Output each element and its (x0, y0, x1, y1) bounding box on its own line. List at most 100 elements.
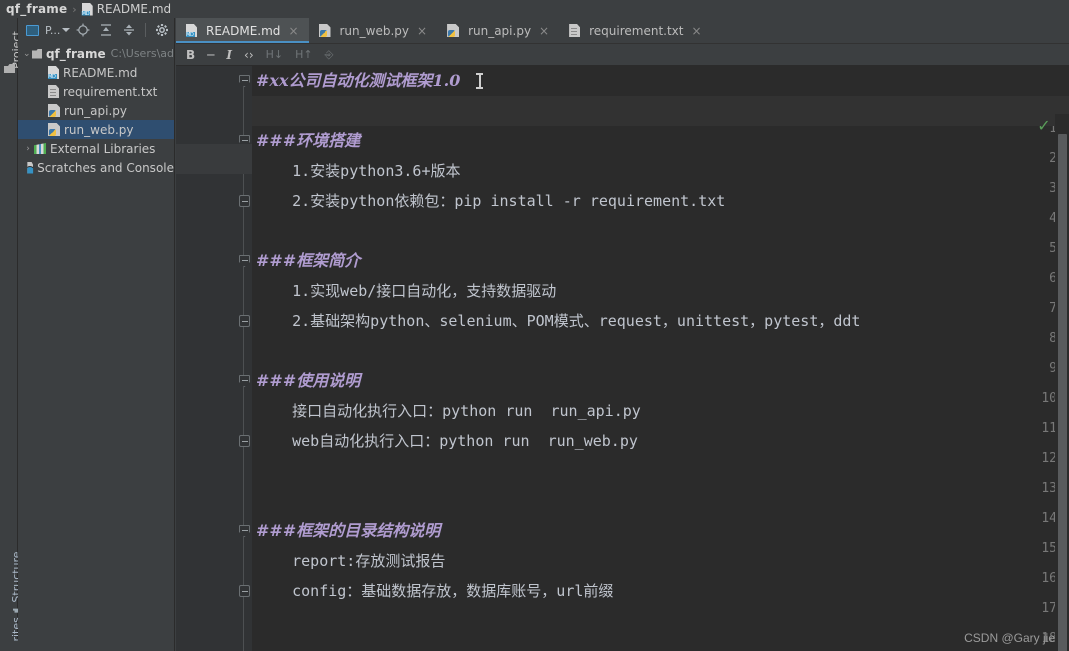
tree-item-requirement-txt[interactable]: requirement.txt (18, 82, 174, 101)
close-icon[interactable]: × (691, 24, 701, 38)
tree-item-label: run_api.py (64, 103, 127, 118)
tree-item-label: qf_frame (45, 46, 106, 61)
text-cursor-icon (476, 73, 483, 89)
close-icon[interactable]: × (288, 24, 298, 38)
tool-window-strip-left: Project Structure Favorites (0, 18, 23, 651)
tree-expand-arrow[interactable]: › (22, 144, 34, 154)
link-button: ⎆ (324, 47, 334, 61)
project-view-selector-label: P... (45, 23, 61, 37)
tree-item-run_api-py[interactable]: run_api.py (18, 101, 174, 120)
heading-up-button: H↑ (295, 48, 313, 61)
pycharm-window: qf_frame › README.md Project Structure F… (0, 0, 1069, 651)
text-file-icon (569, 24, 581, 37)
code-line[interactable]: ###框架简介 (256, 246, 360, 276)
strikethrough-button[interactable]: ─ (207, 48, 214, 62)
project-toolbar: P... (18, 18, 174, 42)
breadcrumb: qf_frame › README.md (0, 0, 1069, 18)
tree-item-label: README.md (63, 65, 138, 80)
caret-row-gutter-highlight (176, 144, 252, 174)
watermark: CSDN @Gary jie (964, 631, 1055, 645)
tree-item-label: External Libraries (50, 141, 156, 156)
project-view-selector[interactable]: P... (45, 23, 71, 37)
fold-region-end-icon[interactable] (239, 195, 250, 207)
scroll-from-source-icon[interactable] (73, 20, 93, 40)
tree-item-scratches-and-console[interactable]: Scratches and Console (18, 158, 174, 177)
python-file-icon (48, 123, 60, 136)
collapse-all-icon[interactable] (119, 20, 139, 40)
python-file-icon (318, 24, 331, 37)
tree-item-label: Scratches and Console (37, 160, 174, 175)
code-line[interactable]: config：基础数据存放，数据库账号，url前缀 (256, 576, 613, 606)
text-file-icon (48, 85, 59, 98)
code-line[interactable]: 接口自动化执行入口：python run run_api.py (256, 396, 641, 426)
tree-item-run_web-py[interactable]: run_web.py (18, 120, 174, 139)
tree-item-label: run_web.py (64, 122, 134, 137)
heading-down-button: H↓ (265, 48, 284, 61)
folder-icon (31, 48, 42, 59)
editor-tab-run_web-py[interactable]: run_web.py × (309, 18, 438, 43)
tree-item-qf_frame[interactable]: ⌄ qf_frame C:\Users\ad (18, 44, 174, 63)
chevron-down-icon (62, 28, 71, 32)
markdown-file-icon (81, 2, 93, 16)
code-lines[interactable]: #xx公司自动化测试框架1.0 ###环境搭建 1.安装python3.6+版本 … (252, 66, 1069, 651)
markdown-file-icon (48, 66, 59, 79)
tree-item-external-libraries[interactable]: › External Libraries (18, 139, 174, 158)
project-view-icon[interactable] (22, 20, 42, 40)
project-tool-window: P... ⌄ qf_frame C:\Users\ad README.md requir… (18, 18, 175, 651)
close-icon[interactable]: × (539, 24, 549, 38)
markdown-file-icon (186, 24, 197, 37)
editor-scrollbar[interactable] (1055, 114, 1069, 651)
tree-expand-arrow[interactable]: ⌄ (22, 49, 32, 59)
close-icon[interactable]: × (417, 24, 427, 38)
editor-tab-label: README.md (206, 23, 281, 38)
scrollbar-thumb[interactable] (1058, 134, 1067, 651)
editor-tab-label: run_web.py (339, 23, 410, 38)
python-file-icon (447, 24, 460, 37)
fold-collapse-icon[interactable] (239, 375, 250, 387)
italic-button[interactable]: I (226, 48, 232, 62)
toolbar-divider (145, 23, 147, 37)
status-strip (0, 641, 18, 651)
breadcrumb-file[interactable]: README.md (97, 2, 171, 16)
fold-region-end-icon[interactable] (239, 435, 250, 447)
tree-item-label: requirement.txt (63, 84, 158, 99)
green-checkmark-icon[interactable]: ✓ (1033, 116, 1055, 136)
breadcrumb-separator: › (72, 2, 77, 16)
tree-item-readme-md[interactable]: README.md (18, 63, 174, 82)
python-file-icon (48, 104, 60, 117)
code-line[interactable]: report:存放测试报告 (256, 546, 445, 576)
caret-row-highlight (252, 96, 1069, 126)
code-line[interactable]: 2.安装python依赖包：pip install -r requirement… (256, 186, 725, 216)
code-line[interactable]: 2.基础架构python、selenium、POM模式、request，unit… (256, 306, 860, 336)
editor-tab-label: requirement.txt (589, 23, 684, 38)
gear-icon[interactable] (152, 20, 172, 40)
code-line[interactable]: web自动化执行入口：python run run_web.py (256, 426, 638, 456)
code-line[interactable]: ###环境搭建 (256, 126, 360, 156)
code-line[interactable]: ###使用说明 (256, 366, 360, 396)
editor-tab-label: run_api.py (468, 23, 532, 38)
bold-button[interactable]: B (186, 48, 195, 62)
breadcrumb-project[interactable]: qf_frame (6, 2, 67, 16)
fold-region-end-icon[interactable] (239, 585, 250, 597)
editor-tab-run_api-py[interactable]: run_api.py × (437, 18, 559, 43)
code-button[interactable]: ‹› (244, 48, 254, 62)
editor-area: README.md×run_web.py×run_api.py×requirem… (176, 18, 1069, 651)
folder-icon (4, 64, 15, 73)
fold-collapse-icon[interactable] (239, 255, 250, 267)
scratches-icon (27, 161, 34, 174)
code-line[interactable]: 1.实现web/接口自动化，支持数据驱动 (256, 276, 556, 306)
libraries-icon (34, 143, 46, 154)
code-line[interactable]: ###框架的目录结构说明 (256, 516, 440, 546)
code-editor[interactable]: 1 2 3 4 5 6 7 8 9 10 11 12 13 14 15 16 17 18 #xx公司自动化测试框架… (176, 66, 1069, 651)
expand-all-icon[interactable] (96, 20, 116, 40)
fold-collapse-icon[interactable] (239, 525, 250, 537)
editor-tab-bar: README.md×run_web.py×run_api.py×requirem… (176, 18, 1069, 44)
project-tree: ⌄ qf_frame C:\Users\ad README.md requirement… (18, 42, 174, 177)
editor-tab-readme-md[interactable]: README.md × (176, 18, 309, 43)
fold-region-end-icon[interactable] (239, 315, 250, 327)
code-line[interactable]: 1.安装python3.6+版本 (256, 156, 460, 186)
tree-item-path: C:\Users\ad (110, 47, 174, 60)
code-line[interactable]: #xx公司自动化测试框架1.0 (256, 66, 460, 96)
fold-collapse-icon[interactable] (239, 75, 250, 87)
editor-tab-requirement-txt[interactable]: requirement.txt × (559, 18, 711, 43)
